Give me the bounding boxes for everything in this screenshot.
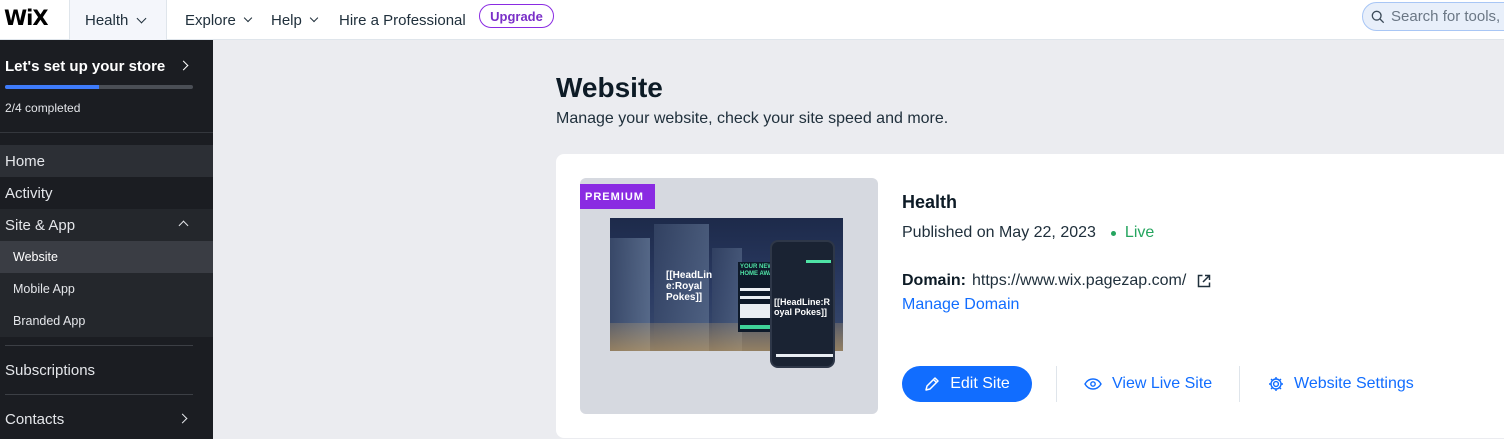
sidebar-divider: [5, 394, 193, 395]
nav-explore-label: Explore: [185, 11, 236, 29]
search-input[interactable]: [1391, 8, 1504, 25]
sidebar-item-website[interactable]: Website: [0, 241, 213, 273]
setup-progress-fill: [5, 85, 99, 89]
site-preview[interactable]: [[HeadLin e:Royal Pokes]] YOUR NEW HOME …: [580, 178, 878, 414]
sidebar-divider: [5, 345, 193, 346]
nav-help-label: Help: [271, 11, 302, 29]
manage-domain-link[interactable]: Manage Domain: [902, 296, 1019, 314]
chevron-down-icon: [136, 13, 147, 23]
nav-hire-professional[interactable]: Hire a Professional: [339, 0, 466, 40]
site-switcher-label: Health: [85, 11, 129, 29]
domain-label: Domain:: [902, 272, 966, 289]
sidebar-item-mobile-app[interactable]: Mobile App: [0, 273, 213, 305]
edit-site-label: Edit Site: [950, 375, 1010, 392]
chevron-right-icon: [178, 60, 189, 71]
nav-explore[interactable]: Explore: [185, 0, 253, 40]
eye-icon: [1084, 378, 1102, 390]
top-bar: WiX Health Explore Help Hire a Professio…: [0, 0, 1504, 40]
setup-title: Let's set up your store: [5, 58, 166, 75]
chevron-down-icon: [309, 13, 319, 23]
external-link-icon[interactable]: [1197, 274, 1211, 288]
upgrade-button[interactable]: Upgrade: [479, 4, 554, 28]
domain-url[interactable]: https://www.wix.pagezap.com/: [972, 272, 1186, 290]
pencil-icon: [925, 377, 939, 391]
setup-count: 2/4 completed: [5, 101, 81, 115]
preview-mobile-headline: [[HeadLine:R oyal Pokes]]: [774, 297, 830, 317]
premium-badge: PREMIUM: [580, 184, 655, 209]
site-name: Health: [902, 192, 958, 212]
domain-row: Domain: https://www.wix.pagezap.com/: [902, 272, 1211, 290]
chevron-up-icon: [178, 220, 189, 231]
publish-status: Published on May 22, 2023 Live: [902, 224, 1154, 242]
published-date: Published on May 22, 2023: [902, 224, 1096, 241]
sidebar-item-label: Site & App: [5, 216, 76, 234]
sidebar-item-site-app[interactable]: Site & App: [0, 209, 213, 241]
action-divider: [1239, 366, 1240, 402]
setup-store-panel[interactable]: Let's set up your store 2/4 completed: [0, 40, 213, 133]
sidebar-item-activity[interactable]: Activity: [0, 177, 213, 209]
preview-headline: [[HeadLin e:Royal Pokes]]: [666, 270, 713, 303]
site-switcher[interactable]: Health: [69, 0, 167, 40]
view-live-site-label: View Live Site: [1112, 375, 1213, 392]
sidebar-item-branded-app[interactable]: Branded App: [0, 305, 213, 337]
website-card: [[HeadLin e:Royal Pokes]] YOUR NEW HOME …: [556, 154, 1504, 438]
website-settings-button[interactable]: Website Settings: [1268, 366, 1414, 402]
sidebar-item-home[interactable]: Home: [0, 145, 213, 177]
gear-icon: [1269, 377, 1283, 391]
nav-help[interactable]: Help: [271, 0, 319, 40]
mobile-preview-image: [[HeadLine:R oyal Pokes]]: [770, 240, 835, 368]
page-subtitle: Manage your website, check your site spe…: [556, 110, 949, 127]
live-status-dot: [1110, 230, 1116, 236]
sidebar-item-subscriptions[interactable]: Subscriptions: [0, 354, 213, 386]
edit-site-button[interactable]: Edit Site: [902, 366, 1032, 402]
wix-logo[interactable]: WiX: [4, 6, 49, 30]
page-title: Website: [556, 72, 663, 103]
chevron-down-icon: [243, 13, 253, 23]
setup-progress-bar: [5, 85, 193, 89]
sidebar-item-label: Contacts: [5, 410, 65, 428]
website-settings-label: Website Settings: [1294, 375, 1414, 392]
search-icon: [1371, 10, 1385, 23]
sidebar: Let's set up your store 2/4 completed Ho…: [0, 40, 213, 439]
view-live-site-button[interactable]: View Live Site: [1084, 366, 1212, 402]
sidebar-item-contacts[interactable]: Contacts: [0, 403, 213, 435]
action-divider: [1056, 366, 1057, 402]
live-status-label: Live: [1124, 224, 1155, 241]
search-box[interactable]: [1362, 2, 1504, 31]
chevron-right-icon: [177, 413, 188, 424]
